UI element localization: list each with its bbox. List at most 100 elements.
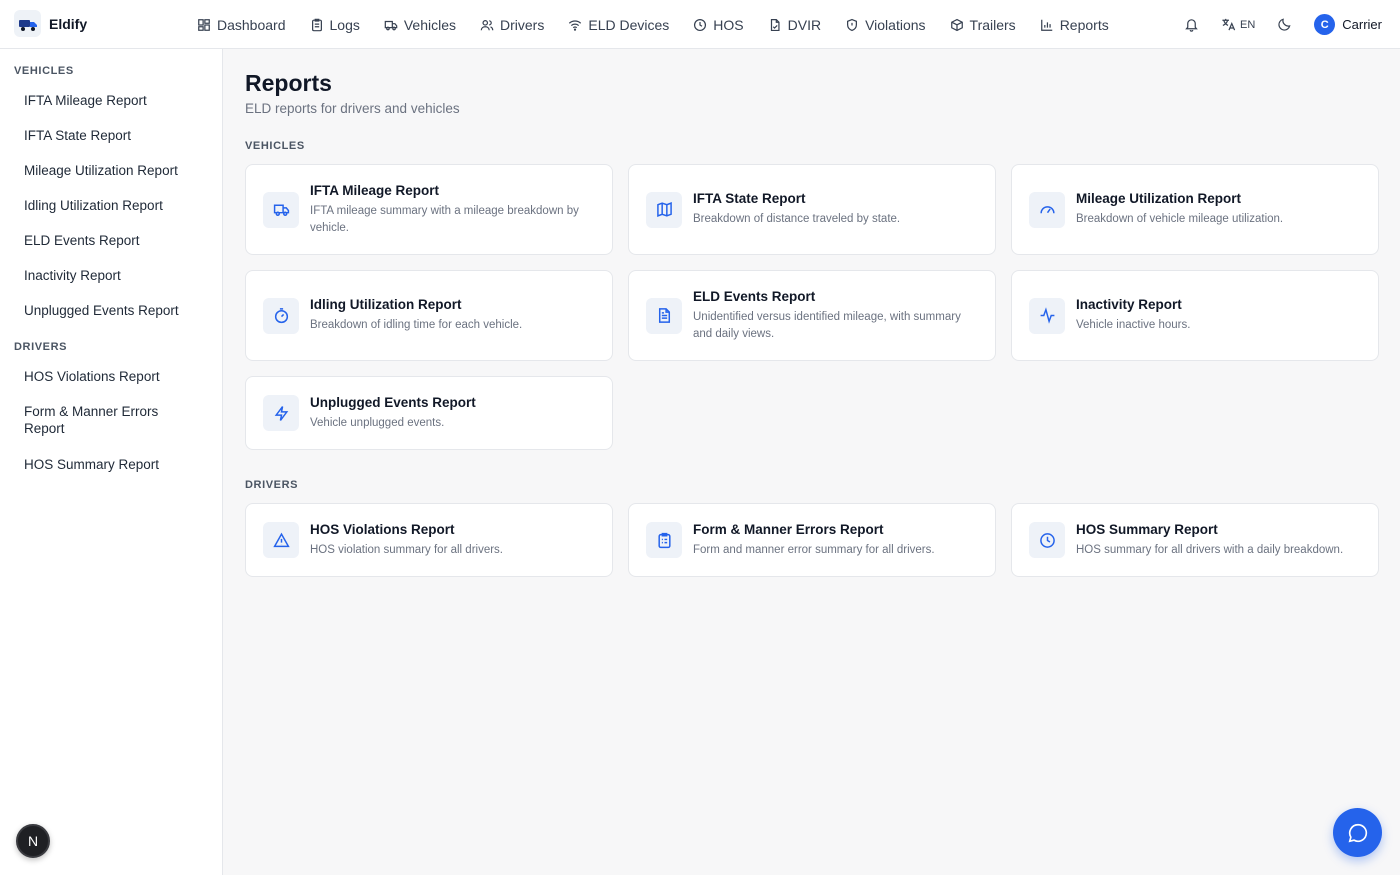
sidebar-section-vehicles: VEHICLES (14, 65, 74, 77)
nav-label: Drivers (500, 16, 545, 33)
zap-icon (263, 395, 299, 431)
shield-icon (847, 18, 858, 31)
clipboard-icon (646, 522, 682, 558)
box-icon (950, 18, 963, 31)
card-title: Mileage Utilization Report (1076, 191, 1242, 207)
translate-icon (1222, 18, 1236, 31)
nav-label: Vehicles (403, 16, 457, 33)
sidebar-item-ifta-state[interactable]: IFTA State Report (0, 127, 145, 144)
nav-logs[interactable]: Logs (310, 0, 360, 49)
map-icon (646, 191, 682, 228)
report-card-hos-summary[interactable]: HOS Summary Report HOS summary for all d… (1011, 503, 1379, 577)
section-label-vehicles: VEHICLES (245, 140, 305, 152)
theme-toggle[interactable] (1277, 17, 1292, 32)
right-tools: EN C Carrier (1184, 0, 1382, 49)
nav-label: Trailers (969, 16, 1016, 33)
nav-reports[interactable]: Reports (1040, 0, 1109, 49)
notifications-button[interactable] (1184, 17, 1199, 32)
report-card-eld-events[interactable]: ELD Events Report Unidentified versus id… (628, 270, 996, 361)
card-title: Idling Utilization Report (310, 297, 462, 313)
report-card-unplugged-events[interactable]: Unplugged Events Report Vehicle unplugge… (245, 376, 613, 450)
gauge-icon (1029, 191, 1065, 228)
nav-label: ELD Devices (588, 16, 670, 33)
brand-name: Eldify (49, 15, 88, 32)
main-nav: Dashboard Logs Vehicles Drivers ELD Devi… (197, 0, 1133, 49)
sidebar-section-drivers: DRIVERS (14, 341, 68, 353)
report-card-ifta-state[interactable]: IFTA State Report Breakdown of distance … (628, 164, 996, 255)
sidebar-item-eld-events[interactable]: ELD Events Report (0, 232, 154, 249)
sidebar-item-hos-violations[interactable]: HOS Violations Report (0, 368, 174, 385)
moon-icon (1278, 18, 1291, 31)
sidebar-item-ifta-mileage[interactable]: IFTA Mileage Report (0, 92, 161, 109)
nav-label: Reports (1059, 16, 1109, 33)
report-card-hos-violations[interactable]: HOS Violations Report HOS violation summ… (245, 503, 613, 577)
clock-icon (1029, 522, 1065, 558)
user-name: Carrier (1342, 17, 1382, 32)
card-description: Vehicle inactive hours. (1076, 319, 1191, 332)
avatar: C (1314, 14, 1336, 35)
card-description: Vehicle unplugged events. (310, 416, 445, 429)
nav-dvir[interactable]: DVIR (768, 0, 821, 49)
sidebar-item-unplugged-events[interactable]: Unplugged Events Report (0, 302, 193, 319)
sidebar-item-mileage-utilization[interactable]: Mileage Utilization Report (0, 162, 192, 179)
dashboard-icon (198, 18, 210, 31)
brand-logo-icon (14, 10, 41, 37)
report-card-inactivity[interactable]: Inactivity Report Vehicle inactive hours… (1011, 270, 1379, 361)
nav-eld-devices[interactable]: ELD Devices (568, 0, 669, 49)
nav-hos[interactable]: HOS (693, 0, 744, 49)
card-description: HOS violation summary for all drivers. (310, 543, 503, 556)
sidebar-item-inactivity[interactable]: Inactivity Report (0, 267, 135, 284)
activity-icon (1029, 297, 1065, 334)
card-description: Form and manner error summary for all dr… (693, 543, 935, 556)
nav-label: HOS (713, 16, 744, 33)
card-description: HOS summary for all drivers with a daily… (1076, 543, 1344, 556)
sidebar-item-idling-utilization[interactable]: Idling Utilization Report (0, 197, 177, 214)
timer-icon (263, 297, 299, 334)
card-title: Form & Manner Errors Report (693, 521, 884, 537)
card-description: IFTA mileage summary with a mileage brea… (310, 204, 579, 235)
language-label: EN (1239, 18, 1256, 31)
truck-icon (384, 20, 398, 30)
card-title: IFTA Mileage Report (310, 182, 440, 198)
report-card-mileage-utilization[interactable]: Mileage Utilization Report Breakdown of … (1011, 164, 1379, 255)
report-card-idling-utilization[interactable]: Idling Utilization Report Breakdown of i… (245, 270, 613, 361)
card-description: Breakdown of vehicle mileage utilization… (1076, 213, 1284, 226)
card-description: Breakdown of distance traveled by state. (693, 213, 901, 226)
main-content: Reports ELD reports for drivers and vehi… (223, 49, 1400, 875)
language-switcher[interactable]: EN (1221, 17, 1255, 32)
card-title: Inactivity Report (1076, 297, 1182, 313)
users-icon (480, 19, 494, 30)
truck-icon (263, 191, 299, 228)
sidebar-item-form-manner[interactable]: Form & Manner Errors Report (0, 403, 190, 437)
document-icon (646, 297, 682, 334)
nav-drivers[interactable]: Drivers (480, 0, 544, 49)
nav-trailers[interactable]: Trailers (950, 0, 1016, 49)
brand[interactable]: Eldify (14, 10, 87, 37)
sidebar: VEHICLES IFTA Mileage Report IFTA State … (0, 49, 223, 875)
file-check-icon (770, 18, 780, 31)
report-card-ifta-mileage[interactable]: IFTA Mileage Report IFTA mileage summary… (245, 164, 613, 255)
nav-label: Dashboard (217, 16, 286, 33)
wifi-icon (569, 19, 582, 31)
user-menu[interactable]: C Carrier (1314, 14, 1382, 35)
card-title: ELD Events Report (693, 288, 816, 304)
chat-bubble-icon (1348, 823, 1367, 842)
sidebar-item-hos-summary[interactable]: HOS Summary Report (0, 456, 173, 473)
card-title: HOS Summary Report (1076, 521, 1218, 537)
chat-button[interactable] (1333, 808, 1382, 857)
card-description: Breakdown of idling time for each vehicl… (310, 319, 523, 332)
nav-dashboard[interactable]: Dashboard (197, 0, 286, 49)
nav-vehicles[interactable]: Vehicles (384, 0, 456, 49)
help-button[interactable]: N (16, 824, 50, 858)
page-title: Reports (245, 70, 332, 96)
warning-icon (263, 522, 299, 558)
nav-label: Logs (329, 16, 360, 33)
section-label-drivers: DRIVERS (245, 479, 299, 491)
top-navbar: Eldify Dashboard Logs Vehicles Drivers E… (0, 0, 1400, 49)
bell-icon (1185, 19, 1198, 32)
card-description: Unidentified versus identified mileage, … (693, 310, 961, 341)
report-card-form-manner[interactable]: Form & Manner Errors Report Form and man… (628, 503, 996, 577)
card-title: HOS Violations Report (310, 521, 455, 537)
nav-violations[interactable]: Violations (845, 0, 926, 49)
nav-label: DVIR (787, 16, 822, 33)
